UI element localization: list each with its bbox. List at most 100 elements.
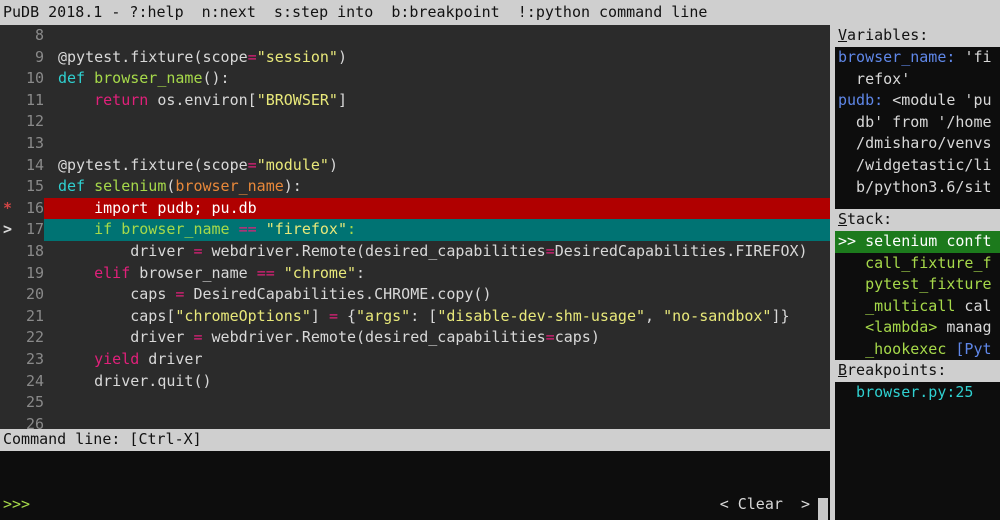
stack-frame-row[interactable]: _multicall cal [835,296,1000,318]
stack-frame-row[interactable]: <lambda> manag [835,317,1000,339]
code-token: "disable-dev-shm-usage" [437,306,646,325]
line-number: 21 [25,306,44,325]
current-line-marker-icon: > [3,220,13,239]
variables-panel[interactable]: browser_name: 'fi refox' pudb: <module 'p… [835,47,1000,209]
code-line[interactable]: >17 if browser_name == "firefox": [0,219,830,241]
variable-row[interactable]: pudb: <module 'pu [835,90,1000,112]
line-number: 11 [25,90,44,109]
source-code-panel[interactable]: 8 9 @pytest.fixture(scope="session") 10 def… [0,25,830,429]
variable-value: /widgetastic/li [838,155,992,174]
code-token: if [58,220,113,239]
code-token: driver [139,349,203,368]
code-token: "chromeOptions" [175,306,311,325]
variable-row[interactable]: db' from '/home [835,112,1000,134]
code-line[interactable]: 18 driver = webdriver.Remote(desired_cap… [0,241,830,263]
titlebar: PuDB 2018.1 - ?:help n:next s:step into … [0,0,1000,25]
code-line[interactable]: 22 driver = webdriver.Remote(desired_cap… [0,327,830,349]
breakpoints-panel[interactable]: browser.py:25 [835,382,1000,519]
stack-frame-location: manag [937,318,992,337]
code-token: driver [58,328,194,347]
variable-row[interactable]: /dmisharo/venvs [835,133,1000,155]
code-token: driver [58,241,194,260]
code-line-text: @pytest.fixture(scope="module") [44,155,830,177]
variable-row[interactable]: b/python3.6/sit [835,177,1000,199]
stack-frame-row[interactable]: call_fixture_f [835,253,1000,275]
stack-frame-indent [838,253,865,275]
stack-panel[interactable]: >> selenium conft call_fixture_f pytest_… [835,231,1000,360]
variables-header-label: ariables: [847,26,929,45]
code-token: = [545,328,555,347]
line-number: 9 [34,47,44,66]
line-number: 16 [25,198,44,217]
clear-button[interactable]: < Clear > [720,494,810,516]
code-line-text: elif browser_name == "chrome": [44,263,830,285]
code-line[interactable]: 24 driver.quit() [0,371,830,393]
variable-name: pudb: [838,91,893,110]
code-line-text: def selenium(browser_name): [44,176,830,198]
code-token: , [645,306,664,325]
code-token: "BROWSER" [256,90,338,109]
code-line[interactable]: 10 def browser_name(): [0,68,830,90]
code-line-text: if browser_name == "firefox": [44,219,830,241]
line-number: 25 [25,393,44,412]
code-line[interactable]: 9 @pytest.fixture(scope="session") [0,47,830,69]
code-line-text: caps = DesiredCapabilities.CHROME.copy() [44,284,830,306]
variable-value: 'fi [964,48,992,66]
stack-header[interactable]: Stack: [835,209,1000,231]
breakpoints-header[interactable]: Breakpoints: [835,360,1000,382]
stack-frame-row[interactable]: pytest_fixture [835,274,1000,296]
code-token: browser_name [112,220,239,239]
variables-header[interactable]: Variables: [835,25,1000,47]
variable-row[interactable]: refox' [835,69,1000,91]
line-number: 14 [25,155,44,174]
stack-frame-location: [Pyt [946,339,992,358]
code-line[interactable]: 8 [0,25,830,47]
code-line[interactable]: 12 [0,111,830,133]
code-line[interactable]: 21 caps["chromeOptions"] = {"args": ["di… [0,306,830,328]
code-token: browser_name [175,177,284,196]
code-line[interactable]: 14 @pytest.fixture(scope="module") [0,155,830,177]
python-prompt[interactable]: >>> [3,494,30,516]
variable-name: browser_name: [838,48,965,66]
code-line[interactable]: 20 caps = DesiredCapabilities.CHROME.cop… [0,284,830,306]
variable-row[interactable]: /widgetastic/li [835,155,1000,177]
variable-row[interactable]: browser_name: 'fi [835,47,1000,69]
code-token: webdriver.Remote(desired_capabilities [202,328,546,347]
breakpoints-accel-key: B [838,361,848,380]
stack-frame-indent [838,274,865,296]
code-line[interactable]: 19 elif browser_name == "chrome": [0,263,830,285]
stack-frame-indent [838,296,865,318]
code-line[interactable]: 26 [0,414,830,429]
line-number: 10 [25,69,44,88]
stack-frame-row[interactable]: >> selenium conft [835,231,1000,253]
stack-frame-function: <lambda> [865,318,938,337]
code-line[interactable]: 11 return os.environ["BROWSER"] [0,90,830,112]
command-line-area[interactable]: >>> < Clear > [0,451,830,520]
breakpoint-row[interactable]: browser.py:25 [835,382,1000,404]
code-line[interactable]: 25 [0,392,830,414]
code-line-text: driver.quit() [44,371,830,393]
code-token: ): [283,177,302,196]
code-line[interactable]: 13 [0,133,830,155]
code-token: ) [328,155,338,174]
code-token: = [328,306,338,325]
code-token: caps[ [58,306,176,325]
code-token: ] [337,90,347,109]
stack-frame-indent [838,339,865,360]
stack-frame-function: _hookexec [865,339,947,358]
command-line-scrollbar[interactable] [818,498,828,520]
stack-frame-row[interactable]: _hookexec [Pyt [835,339,1000,360]
line-number: 24 [25,371,44,390]
code-token: caps) [554,328,600,347]
code-line[interactable]: 15 def selenium(browser_name): [0,176,830,198]
code-token: ) [337,47,347,66]
code-line[interactable]: * 16 import pudb; pu.db [0,197,830,220]
code-token: def [58,69,95,88]
code-line[interactable]: 23 yield driver [0,349,830,371]
code-line-text: import pudb; pu.db [44,197,830,220]
code-token: def [58,177,95,196]
command-line-header[interactable]: Command line: [Ctrl-X] [0,429,830,451]
